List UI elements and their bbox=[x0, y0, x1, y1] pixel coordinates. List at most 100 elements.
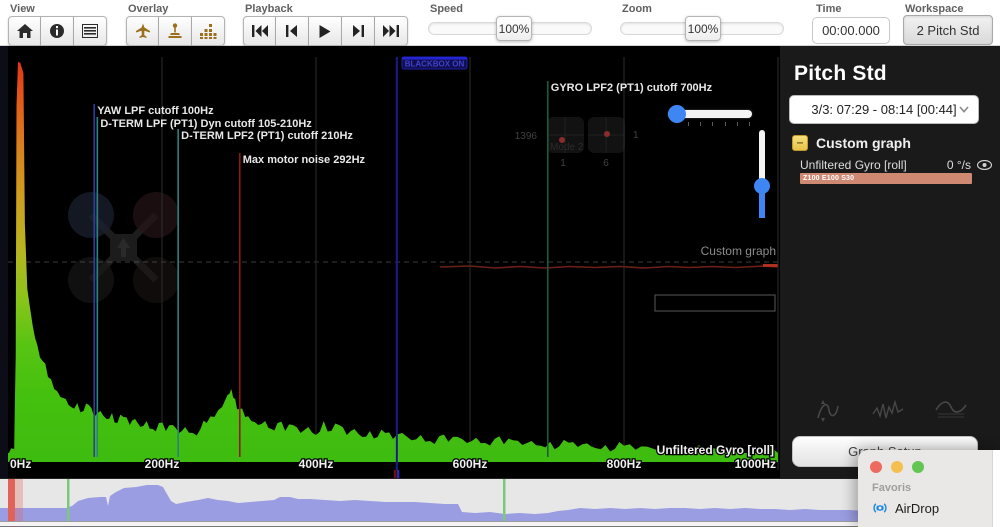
airdrop-icon bbox=[872, 500, 888, 516]
finder-content-area bbox=[992, 450, 1000, 527]
filter-line-label: D-TERM LPF2 (PT1) cutoff 210Hz bbox=[181, 130, 353, 142]
log-title: Pitch Std bbox=[794, 62, 1000, 86]
craft-icon bbox=[135, 23, 151, 39]
chevron-down-icon bbox=[959, 106, 969, 113]
play-button[interactable] bbox=[309, 16, 342, 46]
jump-start-icon bbox=[252, 25, 268, 37]
remove-graph-button[interactable]: – bbox=[792, 135, 808, 151]
jump-start-button[interactable] bbox=[243, 16, 276, 46]
canvas-labels: Custom graph Unfiltered Gyro [roll] bbox=[657, 244, 776, 457]
window-controls bbox=[870, 461, 924, 473]
custom-graph-watermark: Custom graph bbox=[701, 244, 776, 258]
time-value: 00:00.000 bbox=[822, 23, 880, 38]
seek-timeline[interactable] bbox=[0, 478, 1000, 521]
finder-item-airdrop[interactable]: AirDrop bbox=[872, 500, 939, 516]
x-axis-tick-label: 1000Hz bbox=[735, 457, 776, 471]
event-tick-red bbox=[394, 470, 397, 478]
series-label: Unfiltered Gyro [roll] bbox=[657, 443, 774, 457]
prev-frame-icon bbox=[286, 25, 298, 37]
x-axis-tick-label: 0Hz bbox=[10, 457, 31, 471]
maximize-window-button[interactable] bbox=[912, 461, 924, 473]
close-window-button[interactable] bbox=[870, 461, 882, 473]
analyser-height-slider[interactable] bbox=[759, 130, 765, 210]
log-marker bbox=[503, 479, 506, 521]
analyser-width-slider[interactable] bbox=[668, 110, 752, 118]
craft-overlay-button[interactable] bbox=[126, 16, 159, 46]
sticks-overlay-button[interactable] bbox=[159, 16, 192, 46]
minimize-window-button[interactable] bbox=[891, 461, 903, 473]
filter-line-label: GYRO LPF2 (PT1) cutoff 700Hz bbox=[551, 82, 713, 94]
x-axis-tick-label: 600Hz bbox=[453, 457, 488, 471]
zoom-value: 100% bbox=[688, 22, 719, 36]
analyser-icon bbox=[200, 24, 217, 39]
speed-value: 100% bbox=[499, 22, 530, 36]
analyser-width-slider-ticks bbox=[688, 122, 750, 126]
time-group: Time bbox=[814, 0, 841, 16]
home-button[interactable] bbox=[8, 16, 41, 46]
gyro-trace bbox=[440, 266, 778, 268]
expand-graph-icon[interactable] bbox=[812, 398, 842, 424]
bottom-strip bbox=[0, 521, 1000, 527]
log-range-select[interactable]: 3/3: 07:29 - 08:14 [00:44] bbox=[789, 95, 979, 124]
toolbar: View Overlay bbox=[0, 0, 1000, 46]
cursor-marker bbox=[394, 57, 400, 478]
time-field[interactable]: 00:00.000 bbox=[812, 17, 890, 44]
info-button[interactable] bbox=[41, 16, 74, 46]
timeline-svg bbox=[0, 479, 1000, 521]
graph-field-row: Unfiltered Gyro [roll] 0 °/s bbox=[800, 158, 992, 172]
filter-line-label: YAW LPF cutoff 100Hz bbox=[97, 105, 214, 117]
sticks-icon bbox=[167, 23, 183, 39]
jump-end-icon bbox=[383, 25, 399, 37]
right-stick-dot bbox=[604, 131, 610, 137]
finder-window[interactable]: Favoris AirDrop bbox=[858, 450, 1000, 527]
x-axis-tick-label: 800Hz bbox=[607, 457, 642, 471]
zoom-slider-handle[interactable]: 100% bbox=[685, 16, 721, 41]
field-value: 0 °/s bbox=[947, 158, 971, 172]
info-icon bbox=[49, 23, 65, 39]
sidebar: Pitch Std 3/3: 07:29 - 08:14 [00:44] – C… bbox=[780, 46, 1000, 478]
speed-slider-handle[interactable]: 100% bbox=[496, 16, 532, 41]
play-icon bbox=[319, 25, 331, 38]
playback-label: Playback bbox=[245, 3, 408, 15]
workspace-button[interactable]: 2 Pitch Std bbox=[903, 15, 993, 45]
sticks-ch-left: 1 bbox=[560, 158, 566, 169]
sticks-left-value: 1396 bbox=[515, 131, 538, 142]
prev-frame-button[interactable] bbox=[276, 16, 309, 46]
view-group: View bbox=[8, 0, 107, 46]
analyser-height-slider-knob[interactable] bbox=[754, 178, 770, 194]
log-list-icon bbox=[82, 24, 98, 38]
filter-line-label: Max motor noise 292Hz bbox=[243, 154, 366, 166]
graph-config-icons bbox=[780, 398, 1000, 424]
time-label: Time bbox=[816, 3, 841, 15]
analyser-width-slider-knob[interactable] bbox=[668, 105, 686, 123]
sticks-right-value: 1 bbox=[633, 130, 639, 141]
blackbox-on-badge: BLACKBOX ON bbox=[402, 57, 467, 69]
sticks-ch-right: 6 bbox=[603, 158, 609, 169]
curve-settings-badge[interactable]: Z100 E100 S30 bbox=[800, 173, 972, 184]
zoom-group: Zoom bbox=[620, 0, 652, 16]
playback-position-fade bbox=[15, 479, 23, 521]
event-tick-blue bbox=[397, 470, 400, 478]
analyser-overlay-button[interactable] bbox=[192, 16, 225, 46]
sticks-overlay: 1396 1 Mode 2 1 6 bbox=[515, 117, 639, 169]
gyro-trace-cursor-blob bbox=[763, 264, 778, 267]
finder-favorites-label: Favoris bbox=[872, 482, 911, 494]
smoothed-trace-icon[interactable] bbox=[934, 398, 968, 420]
playback-group: Playback bbox=[243, 0, 408, 46]
jump-end-button[interactable] bbox=[375, 16, 408, 46]
analyser-canvas[interactable]: 1396 1 Mode 2 1 6 YAW LPF cutoff 100Hz D-… bbox=[0, 46, 780, 478]
log-list-button[interactable] bbox=[74, 16, 107, 46]
view-label: View bbox=[10, 3, 107, 15]
raw-trace-icon[interactable] bbox=[871, 398, 905, 422]
next-frame-button[interactable] bbox=[342, 16, 375, 46]
field-name: Unfiltered Gyro [roll] bbox=[800, 158, 947, 172]
log-range-value: 3/3: 07:29 - 08:14 [00:44] bbox=[811, 102, 956, 117]
x-axis-tick-label: 400Hz bbox=[299, 457, 334, 471]
speed-group: Speed bbox=[428, 0, 463, 16]
blackbox-on-text: BLACKBOX ON bbox=[405, 60, 465, 69]
visibility-eye-icon[interactable] bbox=[977, 160, 992, 170]
zoom-window-outline bbox=[655, 295, 775, 311]
zoom-label: Zoom bbox=[622, 3, 652, 15]
playback-position-bar[interactable] bbox=[8, 479, 15, 521]
workspace-label: Workspace bbox=[905, 3, 964, 15]
